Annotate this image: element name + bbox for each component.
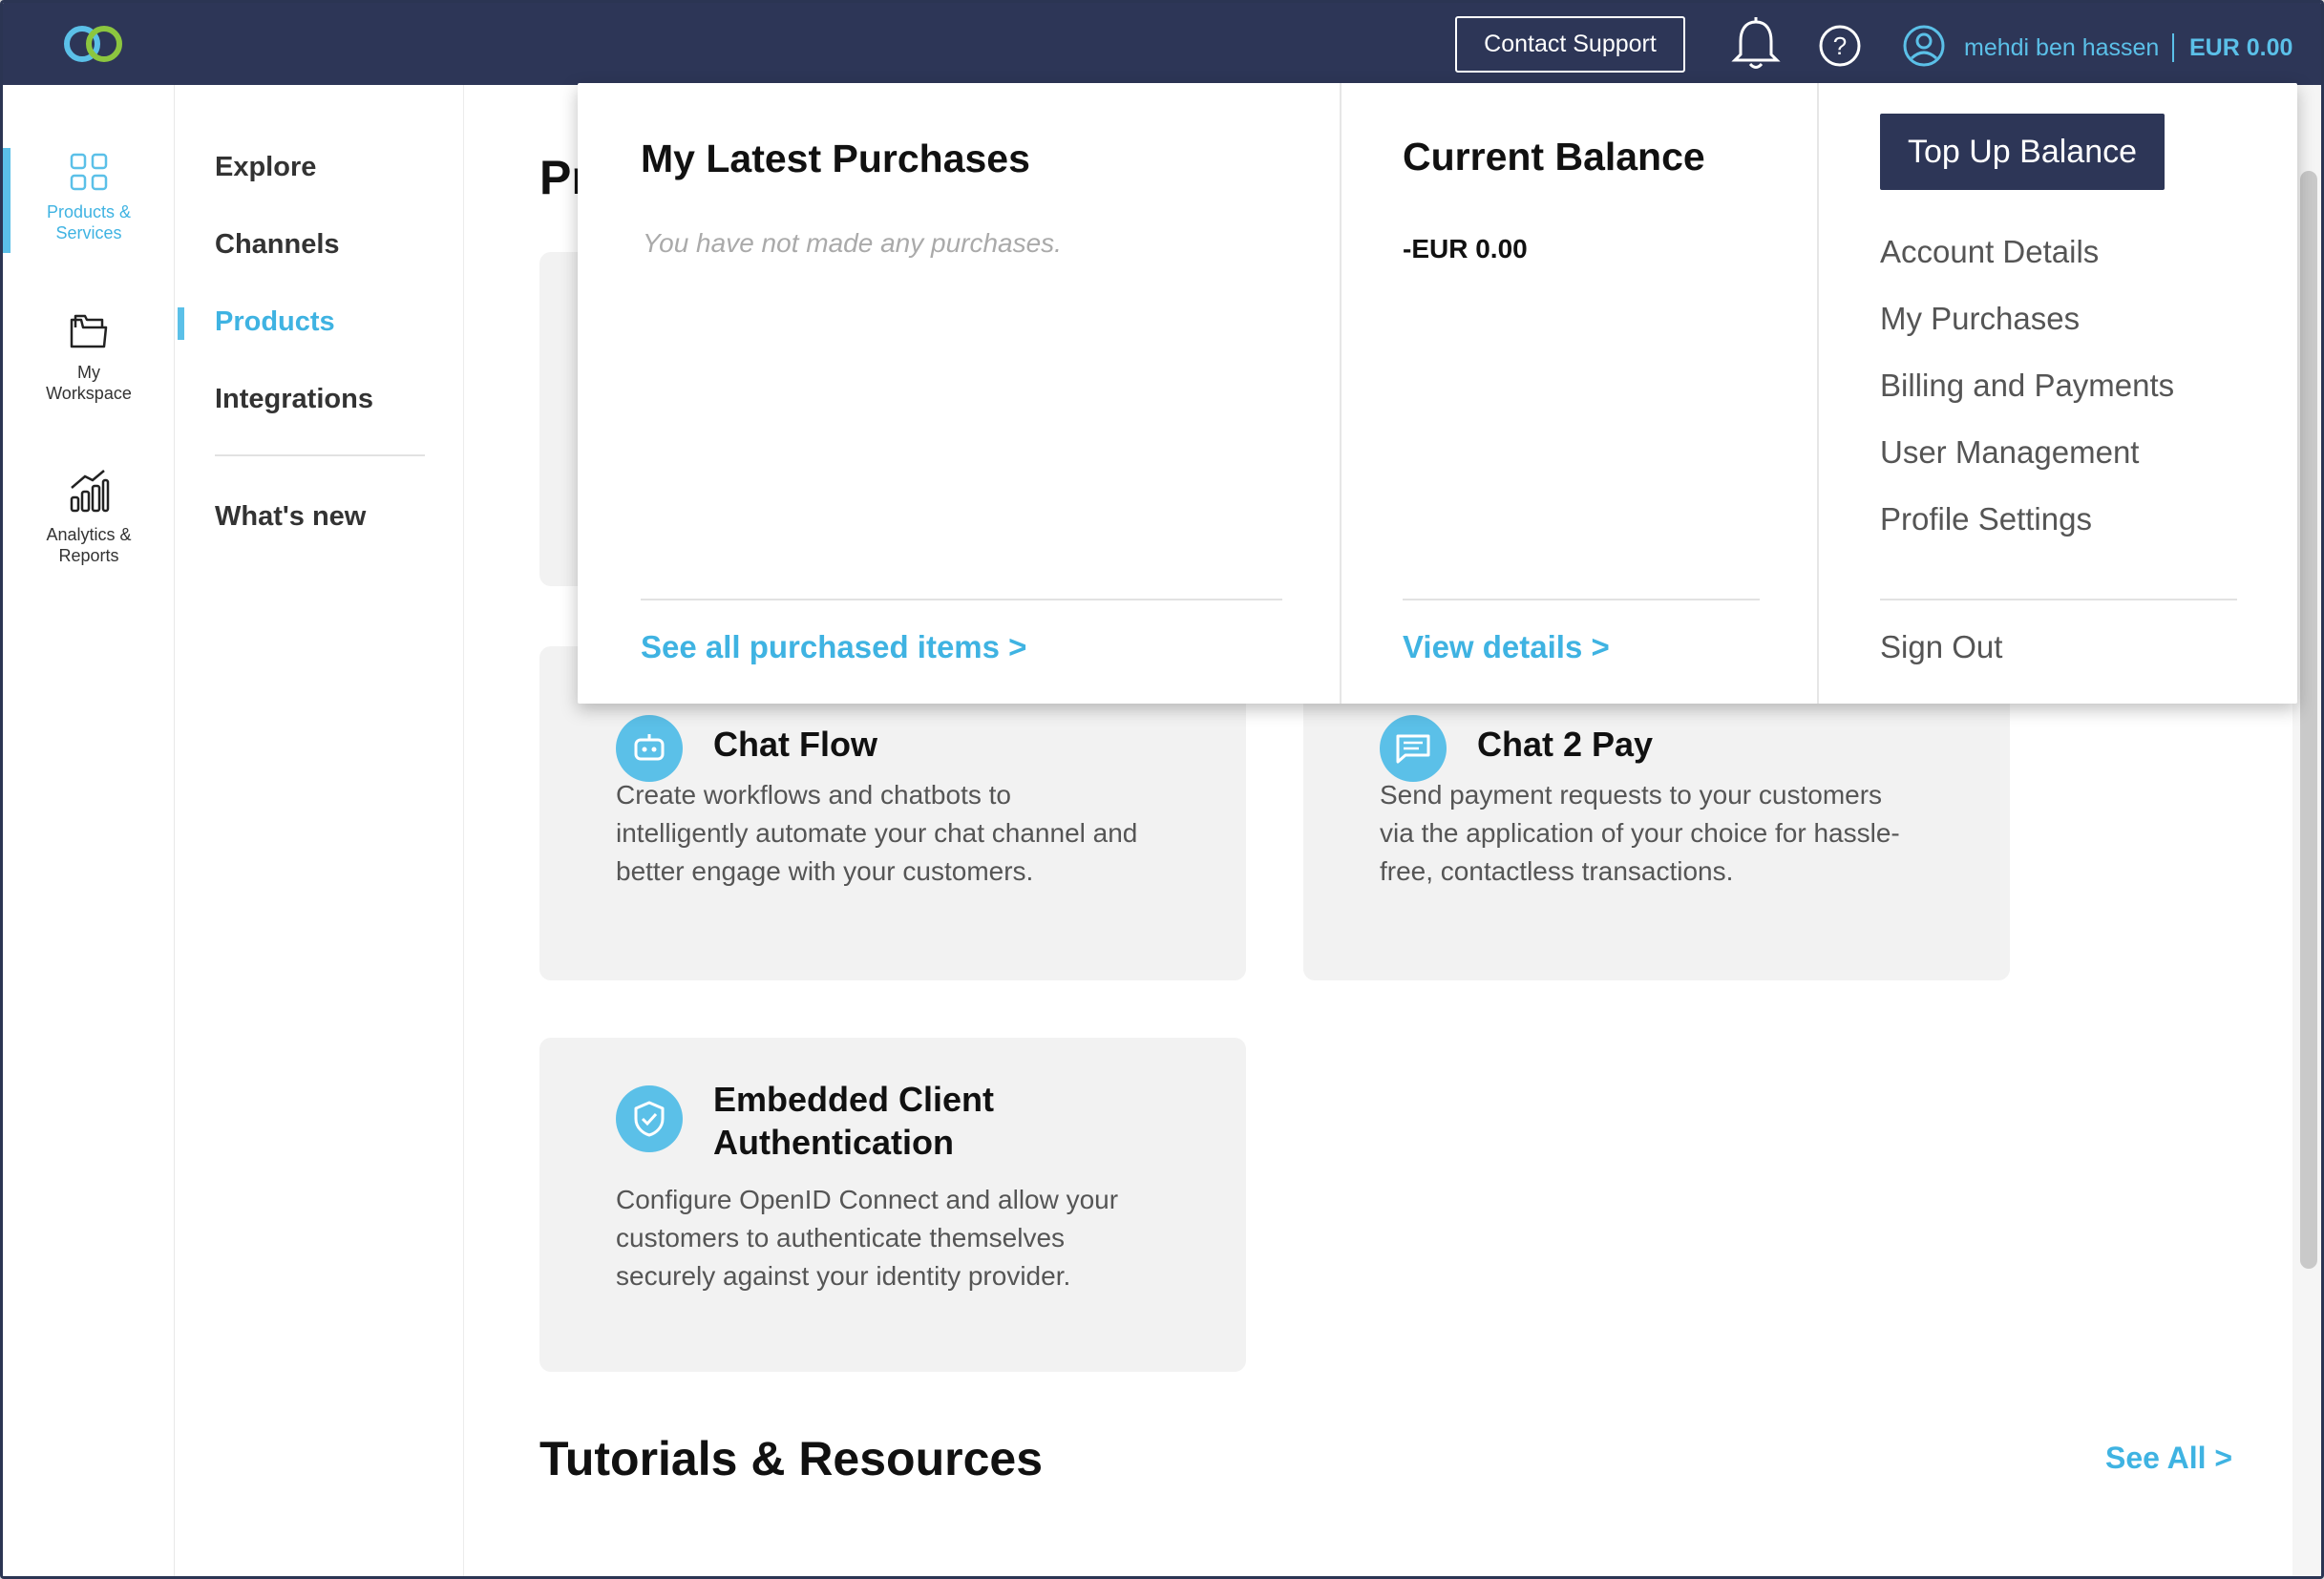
rail-label: Products &	[46, 202, 132, 221]
product-card-embedded-client-authentication[interactable]: Embedded Client Authentication Configure…	[539, 1038, 1246, 1372]
rail-item-products-services[interactable]: Products & Services	[3, 152, 175, 243]
menu-account-details[interactable]: Account Details	[1880, 234, 2099, 270]
shield-check-icon	[616, 1085, 683, 1152]
rail-label: My	[77, 363, 100, 382]
tutorials-title: Tutorials & Resources	[539, 1432, 1044, 1485]
nav-explore[interactable]: Explore	[215, 152, 316, 183]
top-up-balance-button[interactable]: Top Up Balance	[1880, 114, 2165, 190]
scrollbar-thumb[interactable]	[2300, 171, 2317, 1269]
current-balance-value: -EUR 0.00	[1403, 234, 1528, 263]
chatbot-icon	[616, 715, 683, 782]
purchases-divider	[641, 599, 1282, 600]
logo-icon[interactable]	[60, 22, 127, 66]
grid-icon	[70, 153, 108, 191]
nav-whats-new[interactable]: What's new	[215, 501, 366, 533]
rail-label: Services	[55, 223, 122, 242]
user-name[interactable]: mehdi ben hassen	[1964, 34, 2159, 62]
rail-item-my-workspace[interactable]: My Workspace	[3, 310, 175, 404]
menu-billing-payments[interactable]: Billing and Payments	[1880, 368, 2174, 404]
nav-channels[interactable]: Channels	[215, 229, 340, 261]
menu-user-management[interactable]: User Management	[1880, 434, 2139, 471]
chat-message-icon	[1380, 715, 1447, 782]
menu-profile-settings[interactable]: Profile Settings	[1880, 501, 2092, 537]
nav-divider	[215, 454, 425, 456]
nav-integrations[interactable]: Integrations	[215, 384, 373, 415]
nav-products[interactable]: Products	[215, 306, 335, 338]
menu-my-purchases[interactable]: My Purchases	[1880, 301, 2080, 337]
secondary-nav: Explore Channels Products Integrations W…	[176, 85, 464, 1576]
app-window: Contact Support ? mehdi ben hassen EUR 0…	[0, 0, 2324, 1579]
rail-label: Analytics &	[46, 525, 132, 544]
analytics-icon	[70, 470, 110, 513]
notification-bell-icon[interactable]	[1729, 16, 1783, 74]
column-divider	[1340, 83, 1342, 704]
svg-text:?: ?	[1833, 32, 1847, 60]
nav-active-marker	[178, 307, 184, 340]
card-title: Chat 2 Pay	[1477, 725, 1654, 764]
account-dropdown: My Latest Purchases You have not made an…	[578, 83, 2297, 704]
sign-out-button[interactable]: Sign Out	[1880, 629, 2002, 665]
card-title: Chat Flow	[713, 725, 877, 764]
account-divider	[1880, 599, 2237, 600]
user-avatar-icon[interactable]	[1902, 24, 1946, 68]
balance-title: Current Balance	[1403, 135, 1705, 179]
header-balance[interactable]: EUR 0.00	[2189, 34, 2292, 62]
rail-item-analytics-reports[interactable]: Analytics & Reports	[3, 469, 175, 566]
column-divider	[1817, 83, 1819, 704]
contact-support-button[interactable]: Contact Support	[1455, 16, 1685, 73]
card-description: Create workflows and chatbots to intelli…	[616, 780, 1138, 886]
top-bar: Contact Support ? mehdi ben hassen EUR 0…	[3, 3, 2321, 85]
card-title: Embedded Client Authentication	[713, 1080, 995, 1162]
purchases-empty-text: You have not made any purchases.	[643, 228, 1062, 258]
folder-icon	[70, 314, 108, 348]
rail-label: Reports	[58, 546, 119, 565]
icon-rail: Products & Services My Workspace Analyti…	[3, 85, 175, 1576]
view-details-link[interactable]: View details >	[1403, 629, 1610, 665]
see-all-purchases-link[interactable]: See all purchased items >	[641, 629, 1026, 665]
rail-label: Workspace	[46, 384, 132, 403]
card-description: Configure OpenID Connect and allow your …	[616, 1185, 1119, 1291]
header-divider	[2172, 33, 2174, 62]
see-all-link[interactable]: See All >	[2105, 1441, 2232, 1476]
help-icon[interactable]: ?	[1818, 24, 1862, 68]
balance-divider	[1403, 599, 1760, 600]
purchases-title: My Latest Purchases	[641, 137, 1030, 180]
card-description: Send payment requests to your customers …	[1380, 780, 1900, 886]
